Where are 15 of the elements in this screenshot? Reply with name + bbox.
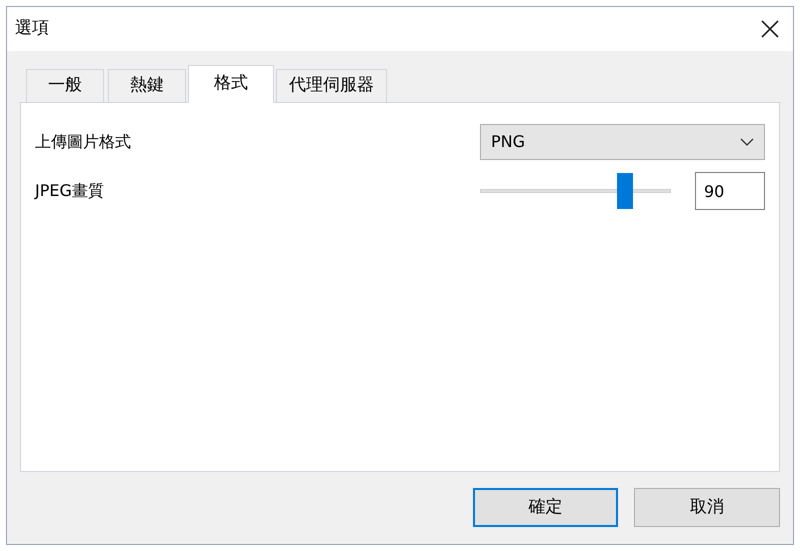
dialog-button[interactable]: 取消 [634,488,780,527]
field-label: JPEG畫質 [35,180,104,202]
tab[interactable]: 熱鍵 [108,69,186,102]
field-label: 上傳圖片格式 [35,131,131,153]
tab[interactable]: 格式 [188,65,274,103]
chevron-down-icon [740,138,754,146]
quality-slider[interactable] [480,172,671,210]
format-dropdown[interactable]: PNG [480,124,765,160]
tab[interactable]: 代理伺服器 [276,69,387,102]
window-title: 選項 [15,17,49,40]
tab[interactable]: 一般 [26,69,104,102]
close-icon [761,20,779,38]
slider-thumb[interactable] [616,173,632,209]
quality-input[interactable]: 90 [695,172,765,210]
dialog-button[interactable]: 確定 [473,488,618,527]
